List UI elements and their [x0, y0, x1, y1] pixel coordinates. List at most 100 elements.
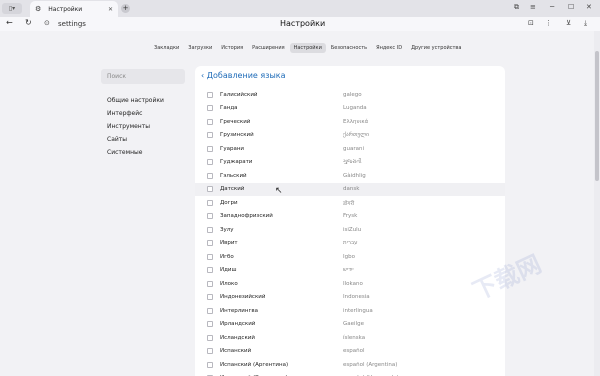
- new-tab-button[interactable]: +: [121, 4, 130, 13]
- language-checkbox[interactable]: [207, 199, 213, 206]
- nav-settings[interactable]: Настройки: [289, 43, 326, 53]
- language-name: Испанский: [220, 348, 252, 355]
- language-checkbox[interactable]: [207, 145, 213, 152]
- close-tab-icon[interactable]: ✕: [108, 6, 113, 13]
- nav-bookmarks[interactable]: Закладки: [150, 43, 183, 53]
- language-native-name: Frysk: [343, 213, 358, 220]
- language-checkbox[interactable]: [207, 118, 213, 125]
- sidebar-item-general[interactable]: Общие настройки: [107, 94, 164, 107]
- panel-back-link[interactable]: ‹ Добавление языка: [201, 71, 286, 80]
- settings-search-input[interactable]: Поиск: [101, 69, 185, 84]
- protect-icon[interactable]: ⊻: [566, 19, 571, 27]
- language-checkbox[interactable]: [207, 253, 213, 260]
- language-row[interactable]: Ганда Luganda: [195, 102, 505, 116]
- scrollbar-thumb[interactable]: [595, 51, 599, 181]
- language-checkbox[interactable]: [207, 280, 213, 287]
- extensions-icon[interactable]: ⋮: [545, 19, 552, 27]
- nav-downloads[interactable]: Загрузки: [184, 43, 216, 53]
- nav-extensions[interactable]: Расширения: [248, 43, 288, 53]
- tab-strip: ▯▾ ⚙ Настройки ✕ + ⧉ ≡ ─ ☐ ✕: [0, 0, 600, 17]
- language-row[interactable]: Датский dansk: [195, 182, 505, 196]
- language-row[interactable]: Испанский (Венесуэла)español (Venezuela): [195, 372, 505, 376]
- language-checkbox[interactable]: [207, 105, 213, 112]
- language-name: Западнофризский: [220, 213, 273, 220]
- language-native-name: dansk: [343, 186, 360, 193]
- language-list: Галисийский galego Ганда Luganda Греческий Ελ…: [195, 88, 505, 376]
- language-row[interactable]: Илоко Ilokano: [195, 277, 505, 291]
- download-icon[interactable]: ⤓: [584, 19, 587, 28]
- language-name: Игбо: [220, 253, 234, 260]
- language-row[interactable]: Гуарани guarani: [195, 142, 505, 156]
- menu-icon[interactable]: ≡: [530, 3, 536, 11]
- language-row[interactable]: Игбо Igbo: [195, 250, 505, 264]
- language-checkbox[interactable]: [207, 294, 213, 301]
- language-checkbox[interactable]: [207, 334, 213, 341]
- sidebar-item-tools[interactable]: Инструменты: [107, 120, 164, 133]
- language-row[interactable]: Гуджарати ગુજરાતી: [195, 156, 505, 170]
- language-name: Интерлингва: [220, 307, 258, 314]
- sidebar-item-system[interactable]: Системные: [107, 146, 164, 159]
- language-name: Идиш: [220, 267, 237, 274]
- language-native-name: español (Argentina): [343, 361, 398, 368]
- sidebar-item-sites[interactable]: Сайты: [107, 133, 164, 146]
- language-checkbox[interactable]: [207, 240, 213, 247]
- language-row[interactable]: Индонезийский Indonesia: [195, 291, 505, 305]
- nav-security[interactable]: Безопасность: [327, 43, 371, 53]
- panel-title: Добавление языка: [206, 71, 286, 80]
- language-name: Исландский: [220, 334, 255, 341]
- language-row[interactable]: Ирландский Gaeilge: [195, 318, 505, 332]
- language-name: Датский: [220, 186, 245, 193]
- language-name: Гэльский: [220, 172, 247, 179]
- language-checkbox[interactable]: [207, 91, 213, 98]
- sidebar-toggle-button[interactable]: ▯▾: [2, 3, 22, 14]
- language-name: Ганда: [220, 105, 238, 112]
- language-checkbox[interactable]: [207, 361, 213, 368]
- bookmark-manager-icon[interactable]: ⧉: [514, 3, 519, 12]
- back-icon[interactable]: ←: [6, 18, 13, 27]
- language-row[interactable]: Исландский íslenska: [195, 331, 505, 345]
- language-checkbox[interactable]: [207, 213, 213, 220]
- language-checkbox[interactable]: [207, 267, 213, 274]
- nav-yandex-id[interactable]: Яндекс ID: [372, 43, 406, 53]
- nav-other-devices[interactable]: Другие устройства: [407, 43, 465, 53]
- language-name: Илоко: [220, 280, 238, 287]
- language-checkbox[interactable]: [207, 132, 213, 139]
- language-row[interactable]: Зулу isiZulu: [195, 223, 505, 237]
- language-row[interactable]: Западнофризский Frysk: [195, 210, 505, 224]
- language-row[interactable]: Грузинский ქართული: [195, 129, 505, 143]
- language-checkbox[interactable]: [207, 307, 213, 314]
- page-scrollbar[interactable]: [594, 31, 600, 376]
- address-bar-row: ← ↻ ⊙ settings Настройки ⊡ ⋮ ⊻ ⤓: [0, 17, 600, 31]
- sidebar-item-interface[interactable]: Интерфейс: [107, 107, 164, 120]
- language-row[interactable]: Идиш ייִדיש: [195, 264, 505, 278]
- language-native-name: Igbo: [343, 253, 355, 260]
- active-tab[interactable]: ⚙ Настройки ✕: [30, 1, 118, 17]
- language-row[interactable]: Интерлингва interlingua: [195, 304, 505, 318]
- language-row[interactable]: Греческий Ελληνικά: [195, 115, 505, 129]
- language-name: Греческий: [220, 118, 251, 125]
- language-row[interactable]: Галисийский galego: [195, 88, 505, 102]
- language-checkbox[interactable]: [207, 172, 213, 179]
- language-row[interactable]: Испанский (Аргентина) español (Argentina): [195, 358, 505, 372]
- close-window-icon[interactable]: ✕: [586, 3, 592, 11]
- reload-icon[interactable]: ↻: [25, 18, 32, 27]
- language-checkbox[interactable]: [207, 186, 213, 193]
- language-row[interactable]: Догри डोगरी: [195, 196, 505, 210]
- language-name: Иврит: [220, 240, 238, 247]
- language-checkbox[interactable]: [207, 159, 213, 166]
- nav-history[interactable]: История: [217, 43, 247, 53]
- language-row[interactable]: Иврит עברית: [195, 237, 505, 251]
- maximize-icon[interactable]: ☐: [568, 3, 574, 11]
- language-checkbox[interactable]: [207, 348, 213, 355]
- language-row[interactable]: Гэльский Gàidhlig: [195, 169, 505, 183]
- language-native-name: galego: [343, 91, 362, 98]
- bookmark-icon[interactable]: ⊡: [528, 19, 534, 27]
- language-row[interactable]: Испанский español: [195, 345, 505, 359]
- settings-nav: Закладки Загрузки История Расширения Нас…: [150, 43, 466, 53]
- language-native-name: עברית: [343, 240, 358, 247]
- language-checkbox[interactable]: [207, 226, 213, 233]
- url-field[interactable]: settings: [58, 20, 86, 28]
- language-checkbox[interactable]: [207, 321, 213, 328]
- site-info-icon[interactable]: ⊙: [44, 19, 50, 27]
- minimize-icon[interactable]: ─: [550, 3, 554, 11]
